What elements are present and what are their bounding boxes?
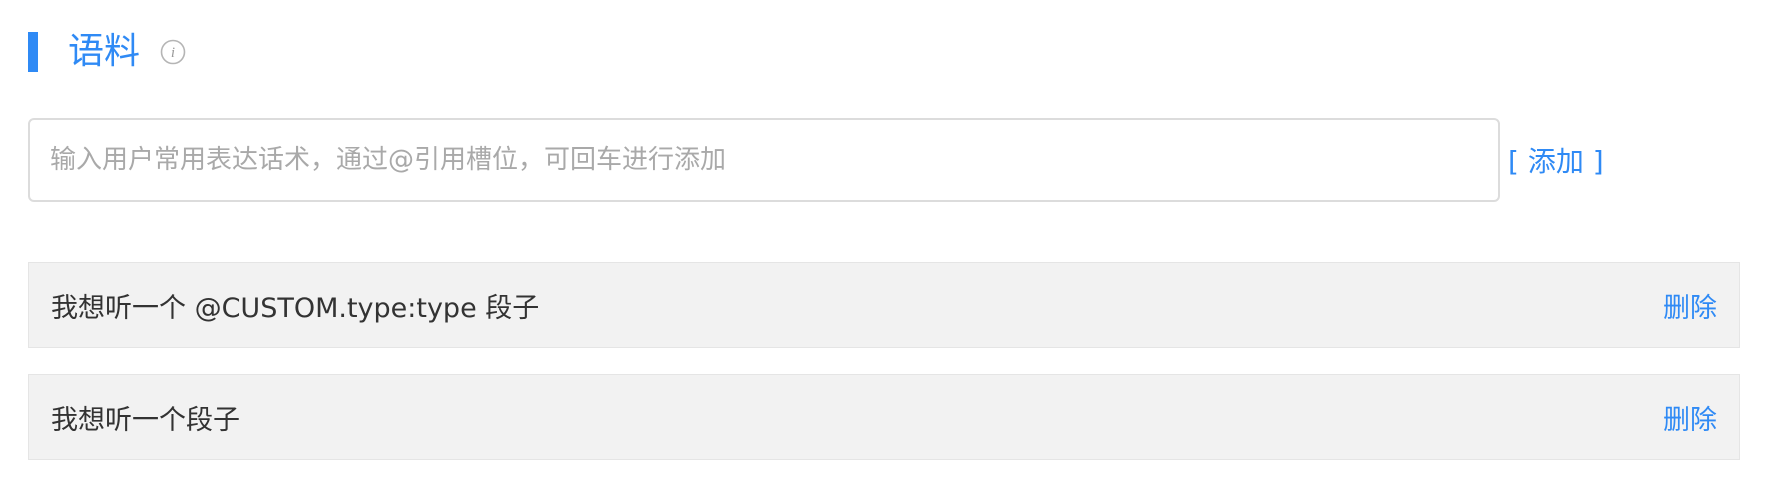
- corpus-list: 我想听一个 @CUSTOM.type:type 段子 删除 我想听一个段子 删除: [28, 262, 1740, 486]
- add-corpus-row: [ 添加 ]: [28, 118, 1604, 202]
- svg-text:i: i: [171, 45, 175, 61]
- section-header: 语料 i: [28, 32, 186, 72]
- corpus-text: 我想听一个段子: [51, 404, 240, 436]
- list-item: 我想听一个段子 删除: [28, 374, 1740, 460]
- info-icon[interactable]: i: [160, 39, 186, 65]
- corpus-input[interactable]: [28, 118, 1500, 202]
- list-item: 我想听一个 @CUSTOM.type:type 段子 删除: [28, 262, 1740, 348]
- section-title: 语料: [68, 31, 141, 72]
- add-button[interactable]: [ 添加 ]: [1508, 140, 1604, 180]
- corpus-page: 语料 i [ 添加 ] 我想听一个 @CUSTOM.type:type 段子 删…: [0, 0, 1774, 490]
- delete-button[interactable]: 删除: [1663, 398, 1717, 437]
- corpus-text: 我想听一个 @CUSTOM.type:type 段子: [51, 292, 540, 324]
- delete-button[interactable]: 删除: [1663, 286, 1717, 325]
- accent-bar: [28, 32, 38, 72]
